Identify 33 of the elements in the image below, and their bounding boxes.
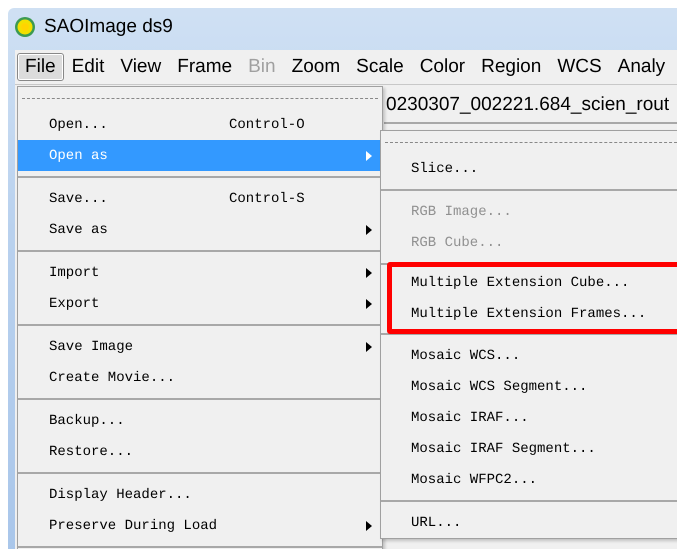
menu-title[interactable]: Zoom	[284, 53, 348, 81]
menu-title[interactable]: Region	[473, 53, 550, 81]
menu-item[interactable]: Mosaic WCS Segment...	[381, 371, 677, 402]
menu-item[interactable]: Import	[18, 257, 382, 288]
menu-item[interactable]: Mosaic IRAF Segment...	[381, 433, 677, 464]
menu-item[interactable]: Mosaic IRAF...	[381, 402, 677, 433]
menu-item[interactable]: Backup...	[18, 405, 382, 436]
menu-item[interactable]: Create Movie...	[18, 362, 382, 393]
menu-title[interactable]: View	[112, 53, 170, 81]
menu-title[interactable]: WCS	[549, 53, 610, 81]
menu-title[interactable]: Edit	[64, 53, 112, 81]
app-icon	[14, 16, 36, 38]
menu-item[interactable]: Slice...	[381, 153, 677, 184]
menu-item[interactable]: Save Image	[18, 331, 382, 362]
menu-item[interactable]: Multiple Extension Cube...	[392, 267, 677, 298]
menu-title[interactable]: Scale	[348, 53, 412, 81]
menu-item[interactable]: Multiple Extension Frames...	[392, 298, 677, 329]
menu-item[interactable]: Export	[18, 288, 382, 319]
menu-item[interactable]: Mosaic WCS...	[381, 340, 677, 371]
file-name: 0230307_002221.684_scien_rout	[384, 90, 677, 124]
menu-title[interactable]: Analy	[610, 53, 674, 81]
menu-item[interactable]: URL...	[381, 507, 677, 538]
menu-item[interactable]: Save as	[18, 214, 382, 245]
window-title: SAOImage ds9	[44, 16, 173, 38]
menu-item[interactable]: Restore...	[18, 436, 382, 467]
menu-title[interactable]: File	[17, 53, 64, 81]
menu-item[interactable]: Mosaic WFPC2...	[381, 464, 677, 495]
menu-item[interactable]: Open... Control-O	[18, 109, 382, 140]
menu-item[interactable]: Preserve During Load	[18, 510, 382, 541]
menu-title[interactable]: Color	[412, 53, 474, 81]
menu-item[interactable]: Display Header...	[18, 479, 382, 510]
menu-title[interactable]: Frame	[169, 53, 240, 81]
menu-item[interactable]: Save... Control-S	[18, 183, 382, 214]
